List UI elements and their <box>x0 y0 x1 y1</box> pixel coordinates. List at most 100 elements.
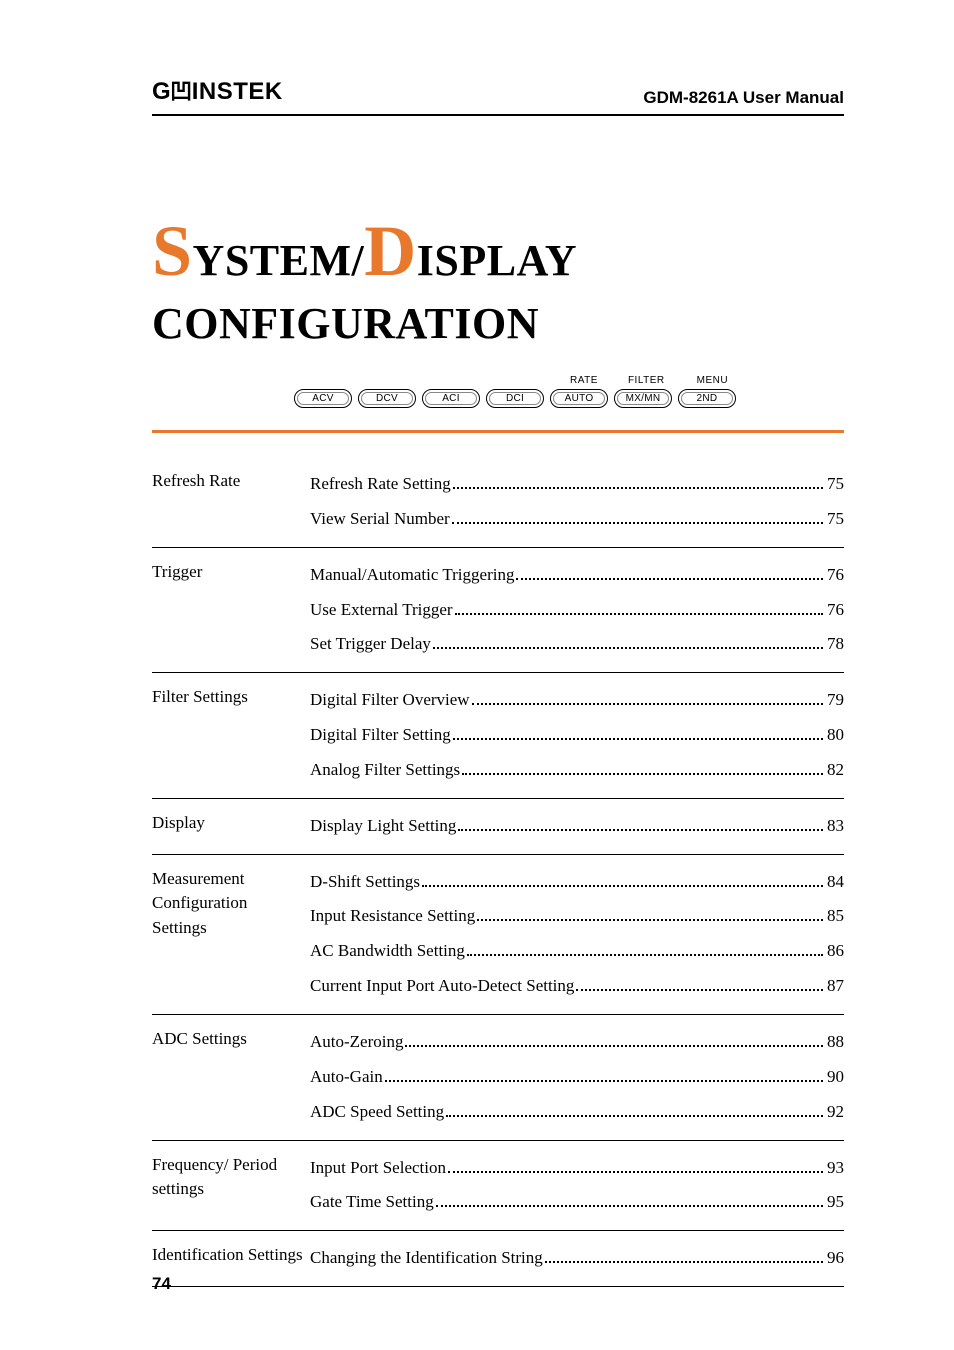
toc-entry-page: 96 <box>827 1241 844 1276</box>
toc-heading: Filter Settings <box>152 683 310 788</box>
toc-entry: Changing the Identification String 96 <box>310 1241 844 1276</box>
toc-entry-label: Use External Trigger <box>310 593 453 628</box>
toc-entry-label: Input Resistance Setting <box>310 899 475 934</box>
toc-entries: Input Port Selection 93Gate Time Setting… <box>310 1151 844 1221</box>
toc-entry-label: Analog Filter Settings <box>310 753 460 788</box>
toc-entry-page: 92 <box>827 1095 844 1130</box>
toc-section: Filter SettingsDigital Filter Overview 7… <box>152 673 844 799</box>
toc-entries: D-Shift Settings 84Input Resistance Sett… <box>310 865 844 1004</box>
toc-entry-label: Manual/Automatic Triggering <box>310 558 514 593</box>
toc-entry: Input Resistance Setting 85 <box>310 899 844 934</box>
toc-entry-label: Set Trigger Delay <box>310 627 431 662</box>
button-row-diagram: RATE FILTER MENU ACV DCV ACI DCI AUTO MX… <box>294 375 844 408</box>
toc-entry-page: 75 <box>827 467 844 502</box>
toc-entry: Auto-Gain 90 <box>310 1060 844 1095</box>
toc-entry-page: 79 <box>827 683 844 718</box>
toc-entry-page: 78 <box>827 627 844 662</box>
toc-heading: Display <box>152 809 310 844</box>
toc-entry-label: AC Bandwidth Setting <box>310 934 465 969</box>
toc-entry-page: 95 <box>827 1185 844 1220</box>
toc-entry: Display Light Setting 83 <box>310 809 844 844</box>
toc-entry-page: 90 <box>827 1060 844 1095</box>
toc-entry-page: 84 <box>827 865 844 900</box>
toc-entry-label: Digital Filter Overview <box>310 683 470 718</box>
toc-leader-dots <box>448 1171 823 1173</box>
toc-heading: Identification Settings <box>152 1241 310 1276</box>
toc-leader-dots <box>385 1080 823 1082</box>
divider-orange <box>152 430 844 433</box>
toc-entry-page: 83 <box>827 809 844 844</box>
toc-entries: Digital Filter Overview 79Digital Filter… <box>310 683 844 788</box>
toc-entries: Auto-Zeroing 88Auto-Gain 90ADC Speed Set… <box>310 1025 844 1130</box>
toc-entry: Refresh Rate Setting 75 <box>310 467 844 502</box>
toc-entry: Use External Trigger 76 <box>310 593 844 628</box>
toc-entry: Current Input Port Auto-Detect Setting 8… <box>310 969 844 1004</box>
toc-entry-label: Auto-Zeroing <box>310 1025 403 1060</box>
toc-entry: Set Trigger Delay 78 <box>310 627 844 662</box>
toc-entry: ADC Speed Setting 92 <box>310 1095 844 1130</box>
toc-entry-page: 75 <box>827 502 844 537</box>
toc-heading: Frequency/ Period settings <box>152 1151 310 1221</box>
toc-entry-page: 88 <box>827 1025 844 1060</box>
toc-leader-dots <box>436 1205 823 1207</box>
toc-leader-dots <box>467 954 823 956</box>
toc-leader-dots <box>453 487 823 489</box>
toc-heading: Trigger <box>152 558 310 663</box>
hw-button-acv: ACV <box>294 389 352 408</box>
toc-entry-page: 87 <box>827 969 844 1004</box>
hw-button-dci: DCI <box>486 389 544 408</box>
toc-entries: Refresh Rate Setting 75View Serial Numbe… <box>310 467 844 537</box>
hw-button-mxmn: MX/MN <box>614 389 672 408</box>
toc-leader-dots <box>446 1115 823 1117</box>
toc-leader-dots <box>405 1045 823 1047</box>
toc-entries: Manual/Automatic Triggering 76Use Extern… <box>310 558 844 663</box>
hw-button-dcv: DCV <box>358 389 416 408</box>
hw-button-aci: ACI <box>422 389 480 408</box>
toc-leader-dots <box>576 989 823 991</box>
btn-top-label: RATE <box>570 375 598 386</box>
toc-entry: View Serial Number 75 <box>310 502 844 537</box>
toc-section: ADC SettingsAuto-Zeroing 88Auto-Gain 90A… <box>152 1015 844 1141</box>
toc-entry: Digital Filter Overview 79 <box>310 683 844 718</box>
table-of-contents: Refresh RateRefresh Rate Setting 75View … <box>152 457 844 1287</box>
toc-entry-label: Gate Time Setting <box>310 1185 434 1220</box>
toc-entry-page: 76 <box>827 558 844 593</box>
toc-entry: Digital Filter Setting 80 <box>310 718 844 753</box>
toc-entry-label: Input Port Selection <box>310 1151 446 1186</box>
toc-leader-dots <box>453 738 823 740</box>
toc-entry-label: Changing the Identification String <box>310 1241 543 1276</box>
toc-leader-dots <box>452 522 823 524</box>
toc-leader-dots <box>462 773 823 775</box>
toc-leader-dots <box>472 703 823 705</box>
manual-title: GDM-8261A User Manual <box>643 88 844 108</box>
toc-leader-dots <box>516 578 823 580</box>
toc-leader-dots <box>422 885 823 887</box>
toc-entry-page: 82 <box>827 753 844 788</box>
toc-entry: Analog Filter Settings 82 <box>310 753 844 788</box>
hw-button-auto: AUTO <box>550 389 608 408</box>
page-number: 74 <box>152 1274 171 1294</box>
toc-entry-page: 93 <box>827 1151 844 1186</box>
chapter-title: SYSTEM/DISPLAY CONFIGURATION <box>152 206 844 351</box>
btn-top-label: FILTER <box>628 375 665 386</box>
toc-leader-dots <box>458 829 823 831</box>
toc-section: Refresh RateRefresh Rate Setting 75View … <box>152 457 844 548</box>
toc-entry: Input Port Selection 93 <box>310 1151 844 1186</box>
toc-leader-dots <box>545 1261 823 1263</box>
toc-entry-label: View Serial Number <box>310 502 450 537</box>
toc-section: DisplayDisplay Light Setting 83 <box>152 799 844 855</box>
hw-button-2nd: 2ND <box>678 389 736 408</box>
toc-entry-label: Display Light Setting <box>310 809 456 844</box>
toc-entry-label: Current Input Port Auto-Detect Setting <box>310 969 574 1004</box>
toc-entry: AC Bandwidth Setting 86 <box>310 934 844 969</box>
toc-entry-page: 86 <box>827 934 844 969</box>
toc-heading: ADC Settings <box>152 1025 310 1130</box>
toc-leader-dots <box>477 919 823 921</box>
toc-entry-page: 85 <box>827 899 844 934</box>
toc-entry: Manual/Automatic Triggering 76 <box>310 558 844 593</box>
toc-entry: Auto-Zeroing 88 <box>310 1025 844 1060</box>
toc-entry: Gate Time Setting 95 <box>310 1185 844 1220</box>
brand-logo: G凹INSTEK <box>152 76 283 108</box>
toc-entry-label: Digital Filter Setting <box>310 718 451 753</box>
toc-entry-page: 76 <box>827 593 844 628</box>
